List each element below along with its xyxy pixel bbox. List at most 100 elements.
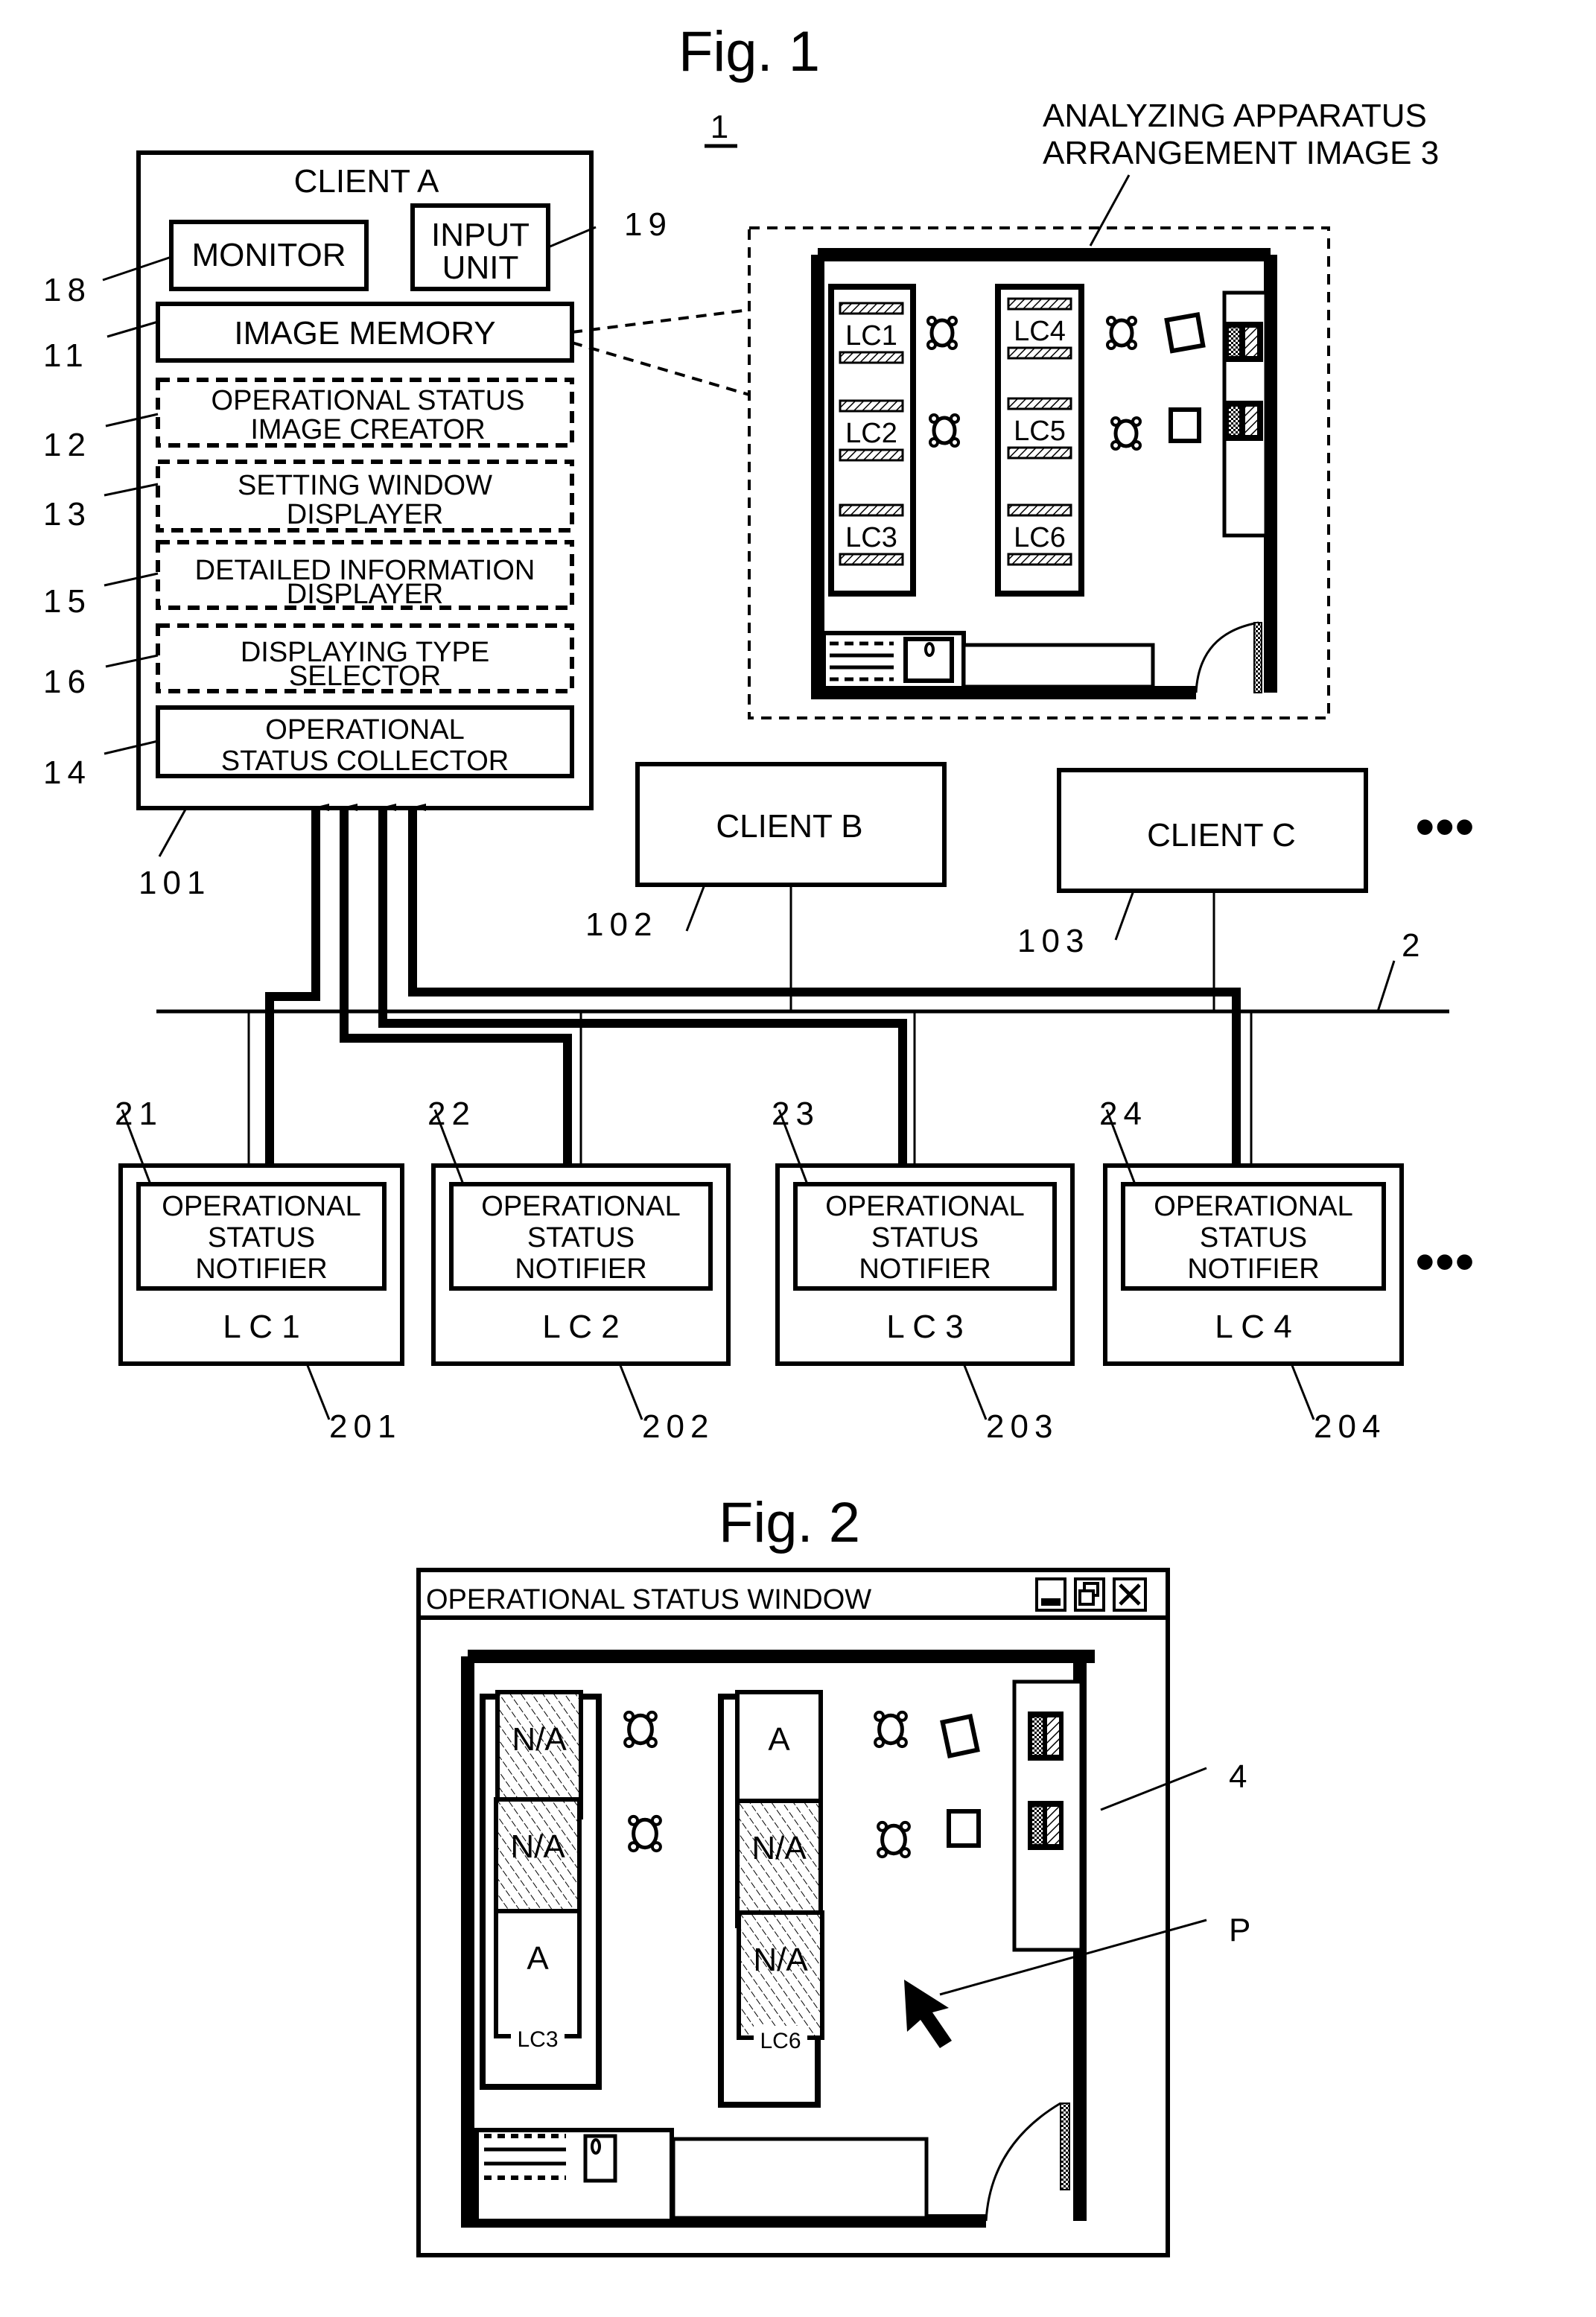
- apparatus-label: LC4: [1014, 316, 1066, 347]
- stool-leg-icon: [646, 1710, 658, 1722]
- door-icon: [1060, 2103, 1070, 2190]
- ref-16: 16: [43, 664, 92, 700]
- status-image-creator-line1: OPERATIONAL STATUS: [212, 385, 525, 416]
- stool-leg-icon: [950, 413, 960, 424]
- ref-19: 19: [624, 206, 673, 243]
- notifier-ref: 24: [1099, 1096, 1148, 1132]
- analyzer-leader: [1290, 1363, 1315, 1420]
- clients-ellipsis: •••: [1415, 795, 1475, 859]
- analyzer-ref: 202: [642, 1408, 714, 1445]
- analyzer-name: L C 3: [886, 1309, 964, 1345]
- apparatus-status-label: A: [527, 1940, 549, 1977]
- apparatus-hatch-top: [1007, 397, 1072, 410]
- instrument-panel: [1229, 328, 1239, 356]
- stool-leg-icon: [950, 437, 960, 448]
- apparatus-hatch-bottom: [839, 448, 904, 462]
- analyzer-list: OPERATIONALSTATUSNOTIFIERL C 121201OPERA…: [115, 1096, 1404, 1445]
- client-a-block: CLIENT A MONITOR INPUT UNIT IMAGE MEMORY…: [136, 150, 594, 810]
- notifier-label: OPERATIONAL: [1154, 1191, 1352, 1222]
- stool-leg-icon: [1106, 340, 1116, 350]
- notifier-label: NOTIFIER: [195, 1253, 327, 1285]
- analyzer-ref: 203: [986, 1408, 1058, 1445]
- instrument-panel: [1047, 1807, 1059, 1844]
- patent-figure-sheet: Fig. 1 1 CLIENT A MONITOR INPUT UNIT IMA…: [43, 20, 1475, 2257]
- ref-103: 103: [1017, 923, 1090, 959]
- close-button[interactable]: [1113, 1577, 1147, 1612]
- setting-window-displayer-line1: SETTING WINDOW: [238, 470, 492, 501]
- notifier-label: OPERATIONAL: [481, 1191, 680, 1222]
- input-unit-line1: INPUT: [431, 217, 530, 253]
- stool-leg-icon: [899, 1847, 911, 1859]
- ref-102: 102: [585, 906, 658, 943]
- stool-leg-icon: [877, 1847, 888, 1859]
- apparatus-label: LC6: [1014, 522, 1066, 553]
- pointer-ref: P: [1229, 1912, 1250, 1948]
- status-collector-line2: STATUS COLLECTOR: [221, 746, 509, 777]
- window-title: OPERATIONAL STATUS WINDOW: [426, 1584, 871, 1615]
- sink-counter: [474, 2128, 674, 2223]
- restore-button[interactable]: [1074, 1577, 1105, 1612]
- apparatus-hatch-top: [1007, 297, 1072, 311]
- apparatus-status-label: N/A: [753, 1942, 808, 1978]
- stool-leg-icon: [1110, 440, 1121, 451]
- analyzer-lc3: OPERATIONALSTATUSNOTIFIER L C 3 23 203: [772, 1096, 1075, 1445]
- setting-window-displayer-line2: DISPLAYER: [287, 499, 443, 530]
- status-collector-line1: OPERATIONAL: [265, 714, 464, 746]
- operational-status-window: OPERATIONAL STATUS WINDOW N/ALC1N/ALC2AL…: [416, 1568, 1170, 2257]
- analyzer-lc1: OPERATIONALSTATUSNOTIFIER L C 1 21 201: [115, 1096, 404, 1445]
- notifier-ref: 23: [772, 1096, 820, 1132]
- minimize-button[interactable]: [1035, 1577, 1066, 1612]
- stool-leg-icon: [947, 316, 958, 326]
- notification-path-lc1: [265, 804, 329, 1184]
- notifier-ref: 22: [427, 1096, 476, 1132]
- apparatus-status-label: A: [768, 1721, 790, 1758]
- ref-15: 15: [43, 583, 92, 620]
- instrument-panel: [1032, 1717, 1043, 1755]
- ref-network: 2: [1402, 927, 1425, 964]
- notifier-label: NOTIFIER: [859, 1253, 991, 1285]
- stool-leg-icon: [1127, 316, 1137, 326]
- notifier-label: STATUS: [527, 1222, 635, 1253]
- apparatus-label: LC1: [845, 320, 897, 352]
- counter: [671, 2137, 929, 2220]
- counter: [961, 643, 1155, 689]
- analyzer-leader: [962, 1363, 988, 1420]
- stool-leg-icon: [1131, 416, 1142, 427]
- chair-icon: [947, 1809, 981, 1848]
- notifier-label: STATUS: [871, 1222, 979, 1253]
- door-icon: [1253, 622, 1262, 693]
- stool-leg-icon: [1127, 340, 1137, 350]
- ref-13: 13: [43, 496, 92, 533]
- chair-icon: [1164, 312, 1206, 354]
- arrangement-label-line2: ARRANGEMENT IMAGE 3: [1043, 135, 1439, 171]
- stool-leg-icon: [646, 1737, 658, 1749]
- instrument-panel: [1245, 328, 1257, 356]
- notifier-label: OPERATIONAL: [162, 1191, 360, 1222]
- network-leader: [1376, 960, 1396, 1012]
- analyzer-ref: 201: [329, 1408, 401, 1445]
- stool-leg-icon: [874, 1737, 886, 1749]
- image-memory-label: IMAGE MEMORY: [234, 315, 495, 352]
- apparatus-hatch-top: [839, 503, 904, 517]
- client-c-label: CLIENT C: [1147, 817, 1296, 854]
- stool-leg-icon: [1110, 416, 1121, 427]
- stool-leg-icon: [929, 437, 939, 448]
- client-b-leader: [685, 884, 706, 932]
- apparatus-hatch-top: [839, 302, 904, 315]
- ref-11: 11: [43, 337, 89, 374]
- chair-icon: [940, 1713, 980, 1759]
- input-unit-line2: UNIT: [442, 250, 519, 286]
- fig2-title: Fig. 2: [719, 1491, 860, 1554]
- apparatus-status-label: N/A: [512, 1721, 567, 1758]
- stool-leg-icon: [947, 340, 958, 350]
- apparatus-name-label: LC3: [517, 2027, 558, 2052]
- notifier-label: OPERATIONAL: [825, 1191, 1024, 1222]
- arrangement-image: LC1 LC2 LC3 LC4 LC5 LC6: [748, 226, 1330, 719]
- apparatus-label: LC2: [845, 418, 897, 449]
- status-image-creator-line2: IMAGE CREATOR: [250, 414, 485, 445]
- stool-leg-icon: [623, 1710, 635, 1722]
- apparatus-name-label: LC6: [760, 2029, 801, 2053]
- floor-plan: LC1 LC2 LC3 LC4 LC5 LC6: [811, 248, 1277, 699]
- instrument-panel: [1229, 407, 1239, 435]
- apparatus-hatch-bottom: [839, 351, 904, 364]
